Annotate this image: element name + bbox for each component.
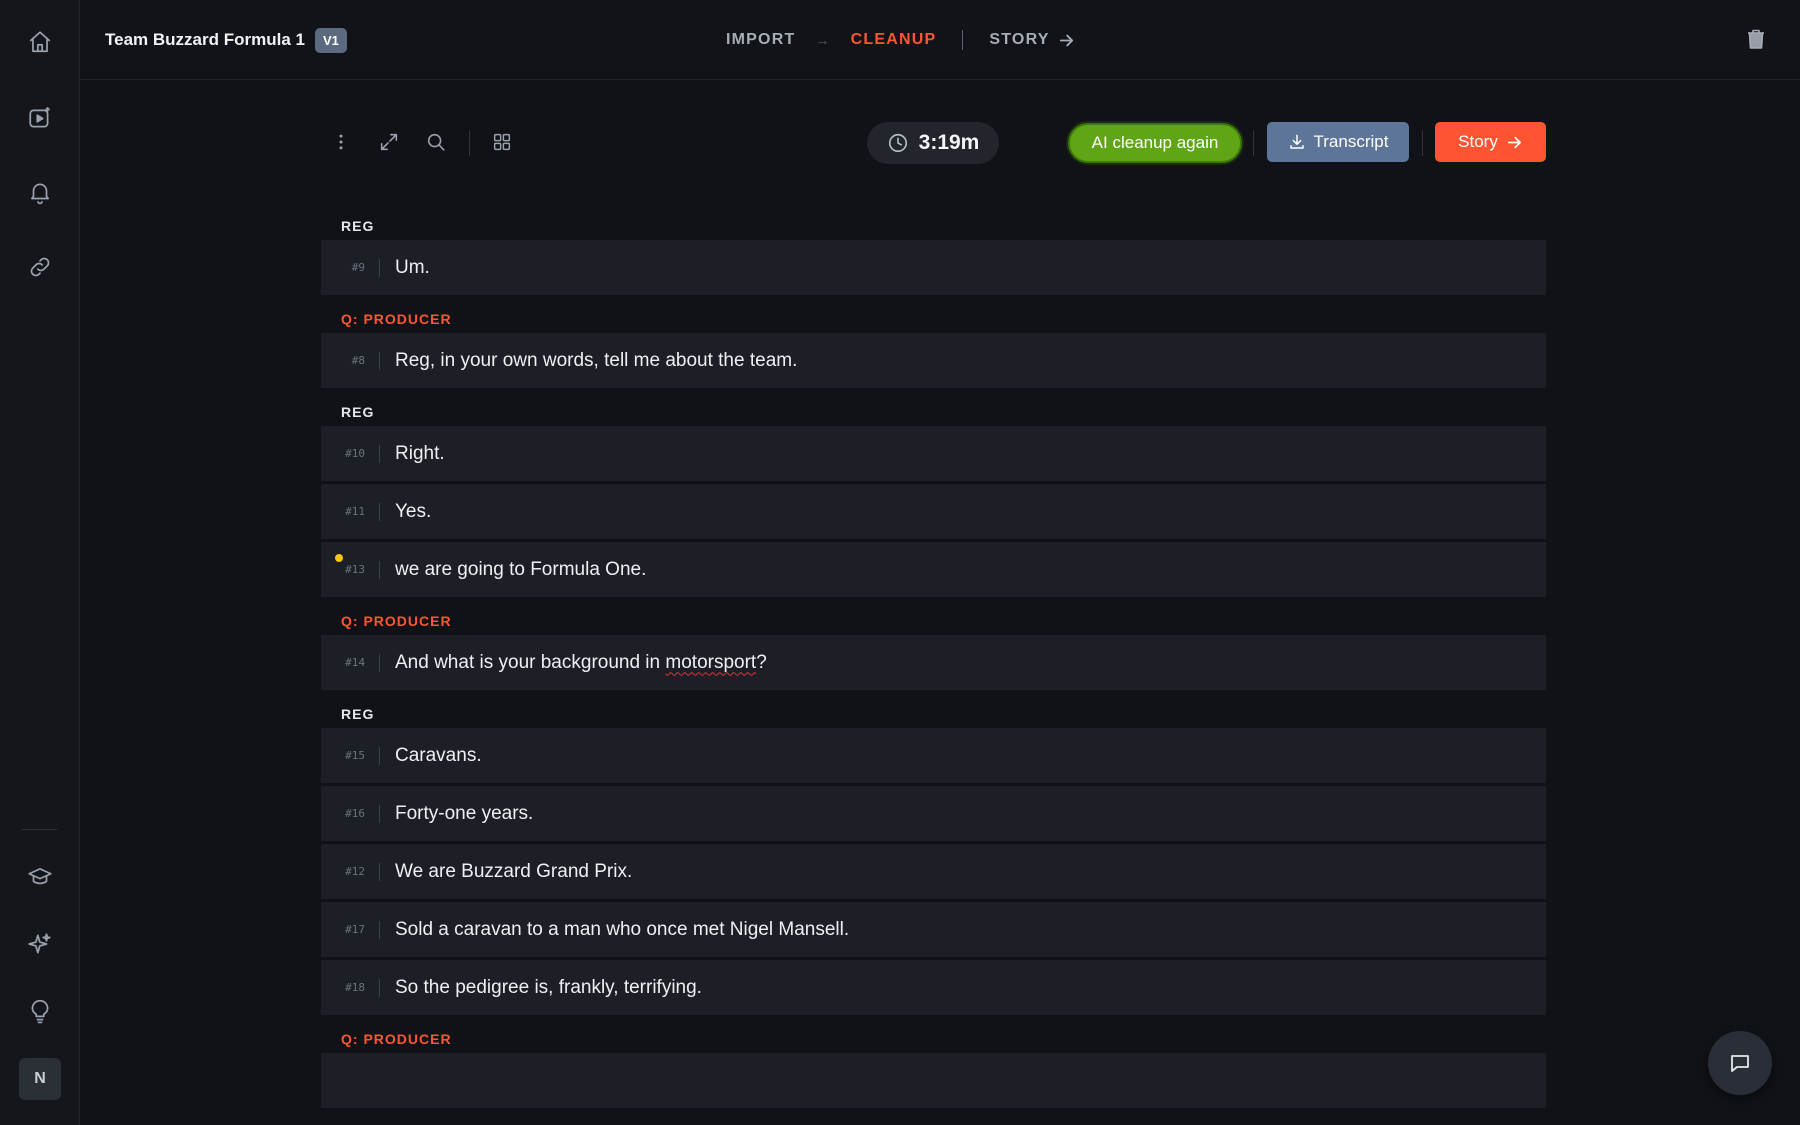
line-text-part: ? [756, 651, 767, 673]
bell-icon[interactable] [19, 171, 61, 213]
transcript-line[interactable]: #14 And what is your background in motor… [321, 635, 1546, 690]
line-text[interactable]: Sold a caravan to a man who once met Nig… [395, 919, 849, 941]
line-text-part: And what is your background in [395, 651, 666, 673]
step-divider [962, 30, 964, 50]
story-label: Story [1458, 132, 1498, 151]
grid-icon[interactable] [490, 130, 514, 154]
duration-display: 3:19m [867, 122, 999, 164]
step-cleanup[interactable]: CLEANUP [851, 31, 937, 49]
step-story-label: STORY [989, 31, 1050, 48]
speaker-label: REG [341, 706, 375, 722]
marker-dot [335, 554, 343, 562]
clock-icon [888, 133, 907, 153]
editor-toolbar: 3:19m AI cleanup again Transcript Story [321, 118, 1546, 166]
toolbar-divider [1253, 130, 1254, 156]
transcript-line[interactable]: #9 Um. [321, 240, 1546, 295]
link-icon[interactable] [19, 246, 61, 288]
line-text[interactable]: we are going to Formula One. [395, 559, 646, 581]
version-badge[interactable]: V1 [315, 28, 347, 53]
add-video-icon[interactable] [19, 97, 61, 139]
line-number: #12 [345, 865, 365, 878]
ai-cleanup-label: AI cleanup again [1091, 133, 1219, 152]
ai-cleanup-button[interactable]: AI cleanup again [1068, 123, 1242, 163]
speaker-label: Q: PRODUCER [341, 1031, 452, 1047]
line-number: #14 [345, 656, 365, 669]
search-icon[interactable] [424, 130, 448, 154]
transcript-line[interactable]: #11 Yes. [321, 484, 1546, 539]
top-bar: Team Buzzard Formula 1 V1 IMPORT → CLEAN… [80, 0, 1800, 80]
story-button[interactable]: Story [1435, 122, 1546, 162]
transcript-line[interactable]: #16 Forty-one years. [321, 786, 1546, 841]
speaker-label: REG [341, 404, 375, 420]
line-text[interactable]: Um. [395, 257, 430, 279]
transcript-line[interactable]: #8 Reg, in your own words, tell me about… [321, 333, 1546, 388]
arrow-right-icon [1507, 136, 1521, 148]
graduation-cap-icon[interactable] [19, 856, 61, 898]
line-text[interactable]: Caravans. [395, 745, 482, 767]
transcript-line[interactable]: #13 we are going to Formula One. [321, 542, 1546, 597]
toolbar-divider [469, 130, 470, 156]
sidebar: N [0, 0, 80, 1125]
speaker-label: Q: PRODUCER [341, 613, 452, 629]
line-number: #16 [345, 807, 365, 820]
line-divider [379, 746, 380, 765]
expand-icon[interactable] [377, 130, 401, 154]
line-divider [379, 653, 380, 672]
line-number: #13 [345, 563, 365, 576]
step-import[interactable]: IMPORT [726, 31, 795, 49]
transcript-label: Transcript [1313, 132, 1389, 151]
download-icon [1289, 134, 1304, 149]
home-icon[interactable] [19, 21, 61, 63]
duration-value: 3:19m [918, 131, 980, 154]
speaker-label: REG [341, 218, 375, 234]
speaker-label: Q: PRODUCER [341, 311, 452, 327]
line-divider [379, 444, 380, 463]
lightbulb-icon[interactable] [19, 990, 61, 1032]
line-text[interactable]: Yes. [395, 501, 431, 523]
line-text[interactable]: We are Buzzard Grand Prix. [395, 861, 632, 883]
line-text[interactable]: And what is your background in motorspor… [395, 652, 767, 674]
line-number: #18 [345, 981, 365, 994]
sidebar-divider [22, 829, 57, 830]
transcript-list: REG #9 Um. Q: PRODUCER #8 Reg, in your o… [321, 205, 1546, 1111]
transcript-line[interactable]: #10 Right. [321, 426, 1546, 481]
download-transcript-button[interactable]: Transcript [1267, 122, 1409, 162]
line-number: #9 [351, 261, 365, 274]
more-vertical-icon[interactable] [329, 130, 353, 154]
avatar[interactable]: N [19, 1058, 61, 1100]
line-number: #15 [345, 749, 365, 762]
sparkles-icon[interactable] [19, 923, 61, 965]
workflow-steps: IMPORT → CLEANUP STORY [726, 30, 1075, 50]
step-story[interactable]: STORY [989, 31, 1074, 49]
chat-icon[interactable] [1708, 1031, 1772, 1095]
line-divider [379, 920, 380, 939]
arrow-right-icon [1059, 34, 1073, 46]
project-title: Team Buzzard Formula 1 [105, 30, 305, 49]
line-text[interactable]: Right. [395, 443, 445, 465]
transcript-line[interactable] [321, 1053, 1546, 1108]
transcript-line[interactable]: #15 Caravans. [321, 728, 1546, 783]
line-number: #11 [345, 505, 365, 518]
transcript-line[interactable]: #18 So the pedigree is, frankly, terrify… [321, 960, 1546, 1015]
line-number: #10 [345, 447, 365, 460]
line-divider [379, 560, 380, 579]
transcript-line[interactable]: #12 We are Buzzard Grand Prix. [321, 844, 1546, 899]
spellcheck-flagged-word[interactable]: motorsport [665, 652, 756, 673]
line-divider [379, 351, 380, 370]
line-divider [379, 502, 380, 521]
line-text[interactable]: Forty-one years. [395, 803, 533, 825]
line-number: #8 [351, 354, 365, 367]
line-divider [379, 258, 380, 277]
arrow-right-icon: → [815, 32, 831, 48]
line-text[interactable]: So the pedigree is, frankly, terrifying. [395, 977, 702, 999]
trash-icon[interactable] [1744, 27, 1768, 51]
line-divider [379, 862, 380, 881]
line-text[interactable]: Reg, in your own words, tell me about th… [395, 350, 797, 372]
toolbar-divider [1422, 130, 1423, 156]
line-number: #17 [345, 923, 365, 936]
transcript-line[interactable]: #17 Sold a caravan to a man who once met… [321, 902, 1546, 957]
line-divider [379, 978, 380, 997]
line-divider [379, 804, 380, 823]
